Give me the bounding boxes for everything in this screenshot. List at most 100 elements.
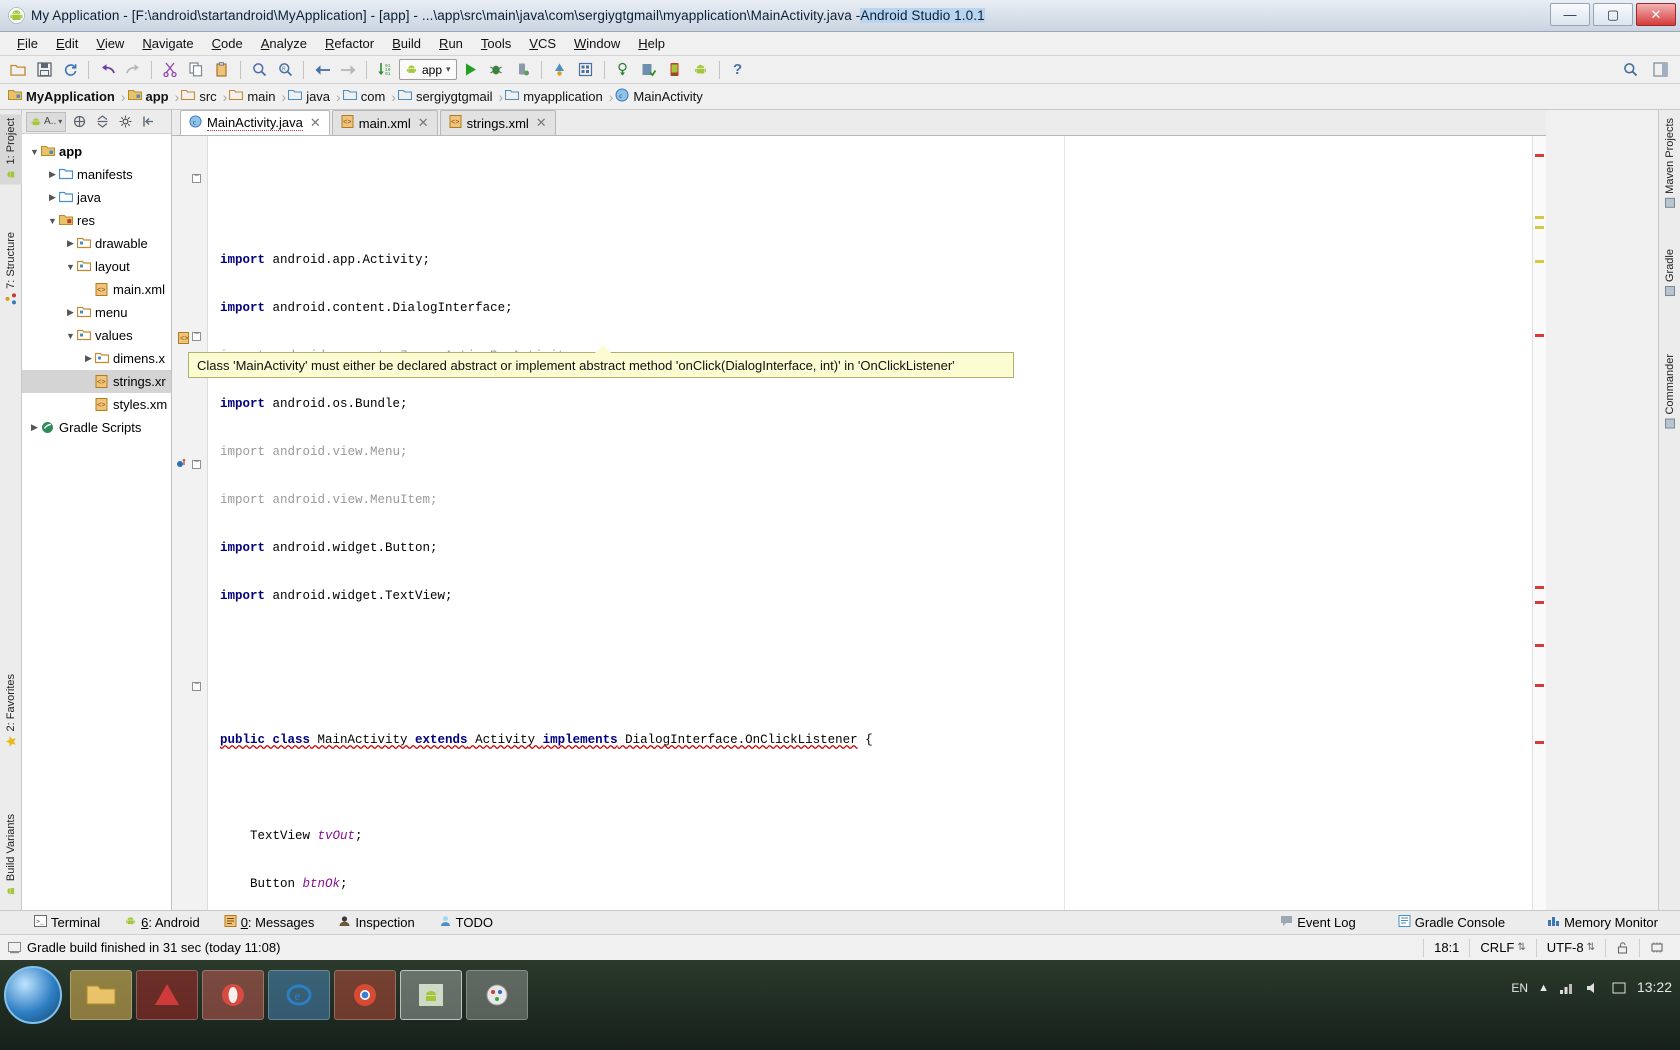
twisty-collapsed-icon[interactable]: ▶	[64, 307, 77, 318]
volume-icon[interactable]	[1585, 981, 1601, 995]
bottom-toolwindow-event-log[interactable]: Event Log	[1268, 915, 1368, 930]
tree-node-main-xml[interactable]: <> main.xml	[22, 278, 171, 301]
bottom-toolwindow-memory-monitor[interactable]: Memory Monitor	[1535, 915, 1670, 930]
forward-icon[interactable]	[336, 59, 360, 81]
twisty-expanded-icon[interactable]: ▼	[28, 147, 41, 157]
tree-node-strings-xr[interactable]: <> strings.xr	[22, 370, 171, 393]
show-hidden-icons[interactable]: ▲	[1538, 982, 1549, 994]
fold-marker-onclick[interactable]	[192, 679, 201, 691]
menu-navigate[interactable]: Navigate	[133, 34, 202, 53]
start-button[interactable]	[4, 966, 62, 1024]
replace-icon[interactable]: R	[273, 59, 297, 81]
tree-node-res[interactable]: ▼ res	[22, 209, 171, 232]
menu-window[interactable]: Window	[565, 34, 629, 53]
tree-node-layout[interactable]: ▼ layout	[22, 255, 171, 278]
breadcrumb-item-mainactivity[interactable]: c MainActivity	[613, 88, 708, 105]
vcs-commit-icon[interactable]	[637, 59, 661, 81]
close-icon[interactable]: ✕	[536, 115, 547, 131]
vcs-update-icon[interactable]	[611, 59, 635, 81]
twisty-collapsed-icon[interactable]: ▶	[64, 238, 77, 249]
help-icon[interactable]: ?	[726, 59, 750, 81]
editor-tab-main-xml[interactable]: <> main.xml ✕	[331, 110, 438, 135]
tree-node-app[interactable]: ▼ app	[22, 140, 171, 163]
language-indicator[interactable]: EN	[1511, 981, 1528, 995]
tree-node-menu[interactable]: ▶ menu	[22, 301, 171, 324]
maximize-button[interactable]: ▢	[1593, 3, 1633, 26]
hide-panel-icon[interactable]	[138, 112, 158, 131]
fold-marker-class[interactable]	[192, 329, 201, 341]
tree-node-values[interactable]: ▼ values	[22, 324, 171, 347]
search-everywhere-icon[interactable]	[1618, 59, 1642, 81]
stripe-error-marker[interactable]	[1535, 154, 1544, 157]
android-device-monitor-icon[interactable]	[663, 59, 687, 81]
menu-build[interactable]: Build	[383, 34, 430, 53]
encoding-selector[interactable]: UTF-8 ⇅	[1535, 938, 1605, 957]
right-toolwindow-commander[interactable]: Commander	[1659, 350, 1680, 434]
tree-node-java[interactable]: ▶ java	[22, 186, 171, 209]
left-toolwindow-build-variants[interactable]: Build Variants	[0, 810, 22, 901]
breadcrumb-item-java[interactable]: java	[286, 89, 336, 104]
menu-code[interactable]: Code	[203, 34, 252, 53]
left-toolwindow-structure[interactable]: 7: Structure	[0, 228, 22, 309]
sync-project-gradle-icon[interactable]: 01 10 01	[373, 59, 397, 81]
gutter-override-icon[interactable]	[176, 458, 186, 472]
stripe-error-marker[interactable]	[1535, 601, 1544, 604]
bottom-toolwindow-android[interactable]: 6: Android	[112, 915, 212, 930]
stripe-warning-marker[interactable]	[1535, 226, 1544, 229]
android-tools-icon[interactable]	[689, 59, 713, 81]
editor-tab-strings-xml[interactable]: <> strings.xml ✕	[439, 110, 556, 135]
sync-icon[interactable]	[58, 59, 82, 81]
fold-marker-oncreate[interactable]	[192, 457, 201, 469]
android-view-selector[interactable]: A.. ▾	[26, 111, 67, 132]
save-all-icon[interactable]	[32, 59, 56, 81]
open-project-icon[interactable]	[6, 59, 30, 81]
readonly-toggle[interactable]	[1605, 938, 1639, 957]
close-button[interactable]: ✕	[1636, 3, 1676, 26]
menu-help[interactable]: Help	[629, 34, 674, 53]
taskbar-item-internet-explorer[interactable]: e	[268, 970, 330, 1020]
menu-file[interactable]: File	[8, 34, 47, 53]
stripe-warning-marker[interactable]	[1535, 260, 1544, 263]
menu-edit[interactable]: Edit	[47, 34, 87, 53]
tree-node-gradle-scripts[interactable]: ▶ Gradle Scripts	[22, 416, 171, 439]
debug-icon[interactable]	[485, 59, 509, 81]
taskbar-clock[interactable]: 13:22	[1637, 980, 1672, 995]
left-toolwindow-favorites[interactable]: 2: Favorites	[0, 670, 22, 751]
back-icon[interactable]	[310, 59, 334, 81]
breadcrumb-item-main[interactable]: main	[227, 89, 281, 104]
taskbar-item-app1[interactable]	[136, 970, 198, 1020]
code-text[interactable]: import android.app.Activity; import andr…	[208, 136, 1514, 910]
scroll-from-source-icon[interactable]	[69, 112, 89, 131]
find-icon[interactable]	[247, 59, 271, 81]
sdk-manager-icon[interactable]	[548, 59, 572, 81]
stripe-error-marker[interactable]	[1535, 586, 1544, 589]
memory-indicator[interactable]	[1639, 938, 1674, 957]
taskbar-item-android-studio[interactable]	[400, 970, 462, 1020]
menu-run[interactable]: Run	[430, 34, 472, 53]
action-center-icon[interactable]	[1611, 981, 1627, 995]
menu-view[interactable]: View	[87, 34, 133, 53]
undo-icon[interactable]	[95, 59, 119, 81]
bottom-toolwindow-gradle-console[interactable]: Gradle Console	[1386, 915, 1517, 930]
bottom-toolwindow-inspection[interactable]: Inspection	[326, 915, 426, 930]
fold-marker-imports[interactable]	[192, 171, 201, 183]
bottom-toolwindow-todo[interactable]: TODO	[427, 915, 505, 930]
run-configuration-selector[interactable]: app ▾	[399, 59, 457, 80]
stripe-error-marker[interactable]	[1535, 644, 1544, 647]
left-toolwindow-project[interactable]: 1: Project	[0, 114, 22, 185]
network-icon[interactable]	[1559, 981, 1575, 995]
menu-vcs[interactable]: VCS	[520, 34, 565, 53]
twisty-collapsed-icon[interactable]: ▶	[46, 169, 59, 180]
breadcrumb-item-sergiygtgmail[interactable]: sergiygtgmail	[396, 89, 499, 104]
redo-icon[interactable]	[121, 59, 145, 81]
twisty-expanded-icon[interactable]: ▼	[64, 331, 77, 341]
editor-tab-mainactivity-java[interactable]: c MainActivity.java ✕	[180, 110, 330, 135]
error-stripe[interactable]	[1532, 136, 1546, 910]
line-separator-selector[interactable]: CRLF ⇅	[1469, 938, 1535, 957]
close-icon[interactable]: ✕	[418, 115, 429, 131]
menu-refactor[interactable]: Refactor	[316, 34, 383, 53]
breadcrumb-item-src[interactable]: src	[179, 89, 222, 104]
stripe-warning-marker[interactable]	[1535, 216, 1544, 219]
menu-tools[interactable]: Tools	[472, 34, 520, 53]
taskbar-item-paint[interactable]	[466, 970, 528, 1020]
